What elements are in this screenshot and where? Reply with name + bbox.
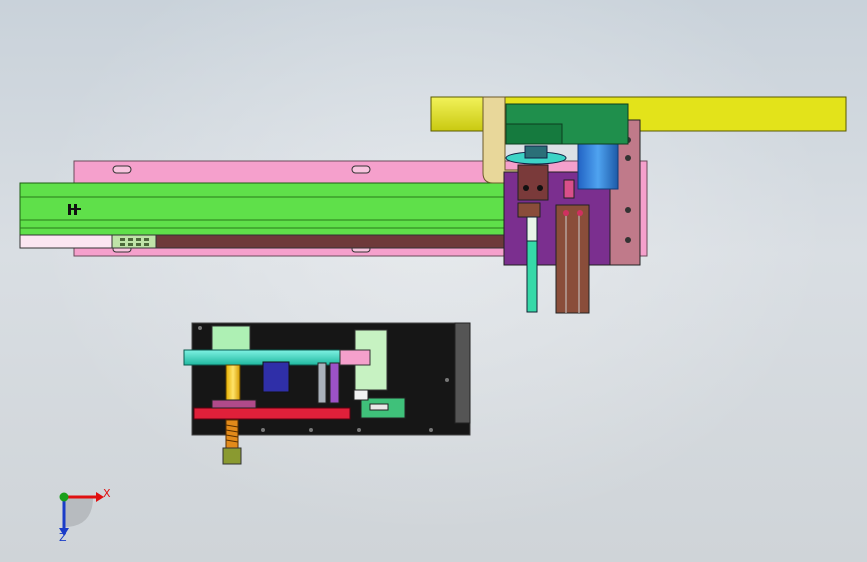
cad-viewport[interactable]: X Z [0,0,867,562]
y-axis-dot [59,492,69,502]
z-axis-label: Z [59,531,67,544]
x-axis-label: X [103,487,111,500]
view-triad [59,492,104,536]
triad-plane-icon [64,497,93,527]
